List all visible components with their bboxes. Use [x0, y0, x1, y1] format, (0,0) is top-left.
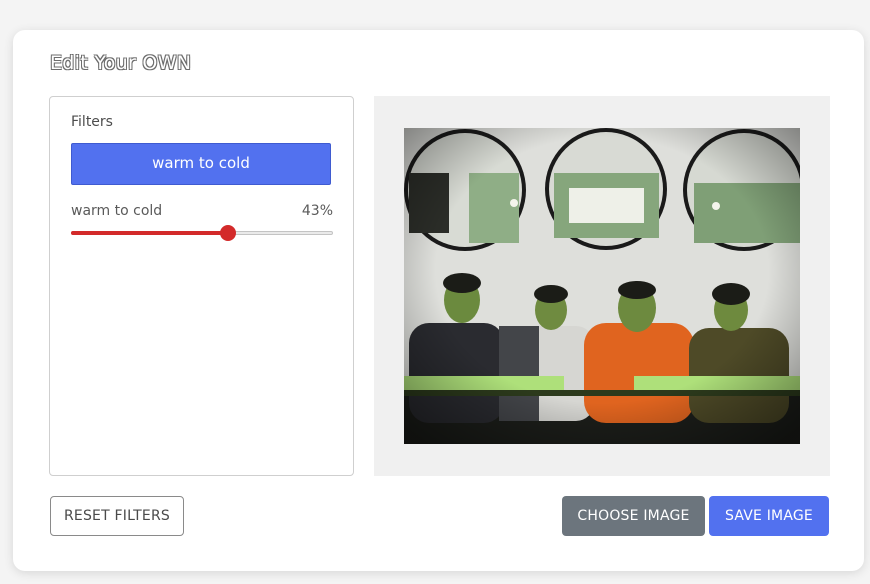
image-preview-area	[374, 96, 830, 476]
filter-warm-to-cold-button[interactable]: warm to cold	[71, 143, 331, 185]
filter-slider[interactable]	[71, 225, 333, 241]
photo-of-four-people-icon	[404, 128, 800, 444]
reset-filters-button[interactable]: RESET FILTERS	[50, 496, 184, 536]
page-title: Edit Your OWN	[50, 52, 192, 74]
preview-photo	[404, 128, 800, 444]
choose-image-button[interactable]: CHOOSE IMAGE	[562, 496, 705, 536]
slider-thumb[interactable]	[220, 225, 237, 241]
slider-value: 43%	[301, 203, 333, 219]
filters-heading: Filters	[71, 114, 113, 130]
filters-panel: Filters warm to cold warm to cold 43%	[49, 96, 354, 476]
save-image-button[interactable]: SAVE IMAGE	[709, 496, 829, 536]
slider-label: warm to cold	[71, 203, 163, 219]
slider-fill	[71, 231, 229, 235]
